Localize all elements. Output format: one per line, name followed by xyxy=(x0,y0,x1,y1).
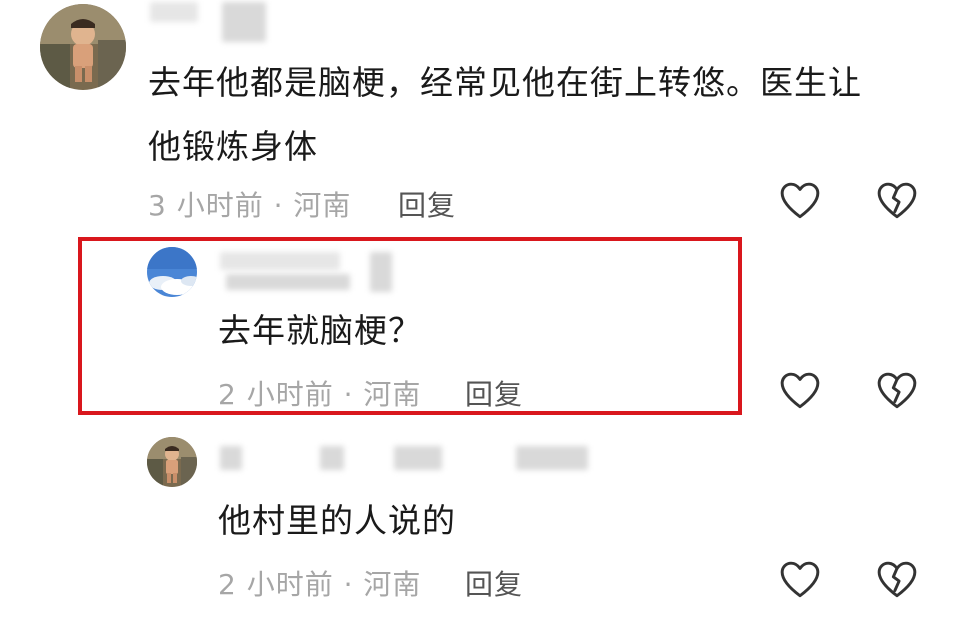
reply-button[interactable]: 回复 xyxy=(465,563,523,603)
comment-text: 他村里的人说的 xyxy=(218,501,456,540)
comment-meta: 3 小时前 · 河南 xyxy=(148,189,352,222)
avatar[interactable] xyxy=(147,437,197,487)
username-redacted xyxy=(370,252,392,292)
comment-meta: 2 小时前 · 河南 xyxy=(218,568,422,601)
comment-text: 去年他都是脑梗，经常见他在街上转悠。医生让 他锻炼身体 xyxy=(148,54,928,176)
username-redacted xyxy=(222,2,266,42)
username-redacted xyxy=(226,274,350,290)
comment-meta: 2 小时前 · 河南 xyxy=(218,378,422,411)
comment-text-line: 他锻炼身体 xyxy=(148,127,318,166)
broken-heart-icon[interactable] xyxy=(876,370,918,412)
comment-text: 去年就脑梗？ xyxy=(218,311,422,350)
username-redacted xyxy=(516,446,588,470)
avatar[interactable] xyxy=(40,4,126,90)
username-redacted xyxy=(394,446,442,470)
broken-heart-icon[interactable] xyxy=(876,180,918,222)
heart-outline-icon[interactable] xyxy=(779,180,821,222)
username-redacted xyxy=(320,446,344,470)
username-redacted xyxy=(220,446,242,470)
heart-outline-icon[interactable] xyxy=(779,370,821,412)
broken-heart-icon[interactable] xyxy=(876,559,918,601)
reply-button[interactable]: 回复 xyxy=(465,373,523,413)
reply-button[interactable]: 回复 xyxy=(398,184,456,224)
avatar[interactable] xyxy=(147,247,197,297)
username-redacted xyxy=(150,2,198,22)
comment-text-line: 去年他都是脑梗，经常见他在街上转悠。医生让 xyxy=(148,63,862,102)
heart-outline-icon[interactable] xyxy=(779,559,821,601)
username-redacted xyxy=(220,252,340,270)
comment-thread: 去年他都是脑梗，经常见他在街上转悠。医生让 他锻炼身体 3 小时前 · 河南 回… xyxy=(0,0,960,618)
